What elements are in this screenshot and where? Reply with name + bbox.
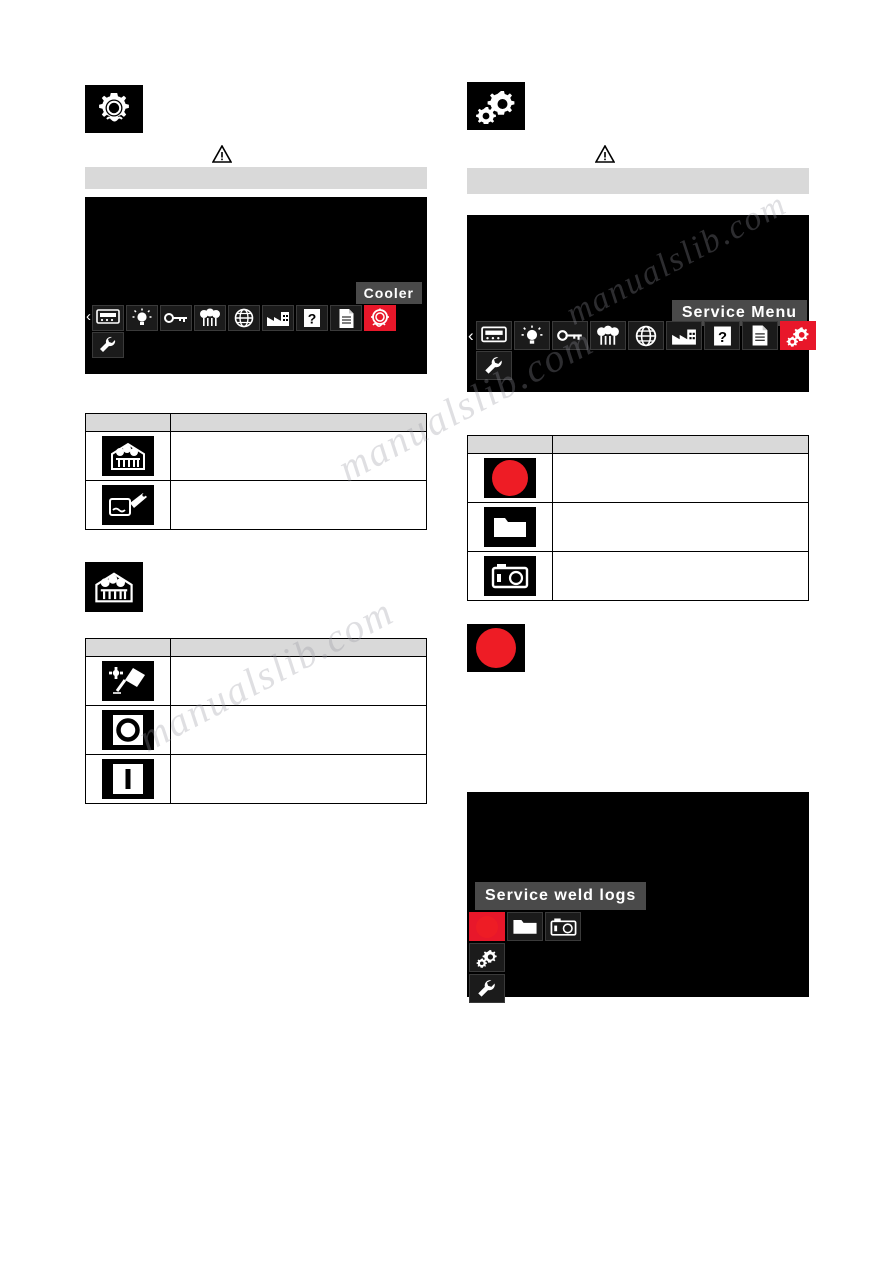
right-iconbar-row2 bbox=[476, 351, 512, 380]
section-bar bbox=[85, 167, 427, 189]
cell-icon bbox=[467, 453, 553, 503]
coolant-fill-icon bbox=[102, 485, 154, 525]
table-row bbox=[85, 431, 427, 481]
table-row bbox=[85, 754, 427, 804]
globe-icon[interactable] bbox=[228, 305, 260, 331]
warning-triangle-icon bbox=[211, 144, 233, 166]
cooler-settings-icon bbox=[102, 436, 154, 476]
display-icon[interactable] bbox=[92, 305, 124, 331]
wrench-icon[interactable] bbox=[92, 332, 124, 358]
globe-icon[interactable] bbox=[628, 321, 664, 350]
cell-description bbox=[552, 551, 809, 601]
folder-icon[interactable] bbox=[507, 912, 543, 941]
key-icon[interactable] bbox=[160, 305, 192, 331]
wrench-icon[interactable] bbox=[476, 351, 512, 380]
section-bar bbox=[467, 168, 809, 194]
warning-triangle-icon bbox=[594, 144, 616, 166]
cell-description bbox=[552, 453, 809, 503]
cell-description bbox=[170, 705, 427, 755]
table-row bbox=[467, 502, 809, 552]
weld-logs-iconbar-row1 bbox=[469, 912, 581, 941]
camera-icon[interactable] bbox=[545, 912, 581, 941]
question-icon[interactable]: ? bbox=[296, 305, 328, 331]
key-icon[interactable] bbox=[552, 321, 588, 350]
cooler-icon[interactable] bbox=[364, 305, 396, 331]
cooler-settings-icon bbox=[85, 562, 143, 612]
service-gears-icon bbox=[467, 82, 525, 130]
red-record-icon bbox=[467, 624, 525, 672]
cell-description bbox=[170, 480, 427, 530]
light-bulb-icon[interactable] bbox=[514, 321, 550, 350]
cell-description bbox=[170, 656, 427, 706]
service-gears-icon[interactable] bbox=[469, 943, 505, 972]
wrench-icon[interactable] bbox=[469, 974, 505, 1003]
left-iconbar-row1: ? bbox=[92, 305, 396, 331]
red-circle-shape bbox=[476, 628, 516, 668]
table-row bbox=[85, 480, 427, 530]
gear-cooler-icon bbox=[85, 85, 143, 133]
right-display-panel: Service Menu ‹ ? bbox=[467, 215, 816, 392]
right-table-1 bbox=[467, 435, 809, 601]
cell-icon bbox=[467, 502, 553, 552]
service-gears-icon[interactable] bbox=[780, 321, 816, 350]
document-icon[interactable] bbox=[330, 305, 362, 331]
tooltip-service-weld-logs: Service weld logs bbox=[475, 882, 647, 910]
camera-icon bbox=[484, 556, 536, 596]
right-iconbar-row1: ? bbox=[476, 321, 816, 350]
cell-icon bbox=[85, 656, 171, 706]
table-header-icon bbox=[85, 413, 171, 432]
scroll-left-chevron-icon[interactable]: ‹ bbox=[86, 309, 91, 324]
red-record-icon[interactable] bbox=[469, 912, 505, 941]
cell-icon bbox=[85, 705, 171, 755]
left-table-1 bbox=[85, 413, 427, 530]
torch-auto-icon bbox=[102, 661, 154, 701]
on-icon bbox=[102, 759, 154, 799]
table-row bbox=[85, 656, 427, 706]
cell-icon bbox=[85, 431, 171, 481]
right-section-icon-box bbox=[467, 624, 525, 672]
red-circle-shape bbox=[476, 915, 498, 938]
table-header-desc bbox=[170, 638, 427, 657]
cell-icon bbox=[85, 754, 171, 804]
svg-text:?: ? bbox=[717, 329, 726, 345]
left-iconbar-row2 bbox=[92, 332, 124, 358]
fan-icon[interactable] bbox=[194, 305, 226, 331]
red-circle-shape bbox=[492, 460, 528, 496]
weld-logs-iconbar-row3 bbox=[469, 974, 505, 1003]
left-table-2 bbox=[85, 638, 427, 804]
question-icon[interactable]: ? bbox=[704, 321, 740, 350]
left-section-icon-box bbox=[85, 562, 143, 612]
left-display-panel: Cooler ‹ ? bbox=[85, 197, 427, 374]
table-header-desc bbox=[552, 435, 809, 454]
service-weld-logs-panel: Service weld logs bbox=[467, 792, 809, 1003]
off-icon bbox=[102, 710, 154, 750]
tooltip-cooler: Cooler bbox=[355, 282, 422, 304]
cell-description bbox=[170, 754, 427, 804]
factory-icon[interactable] bbox=[262, 305, 294, 331]
cell-icon bbox=[467, 551, 553, 601]
cell-description bbox=[552, 502, 809, 552]
weld-logs-iconbar-row2 bbox=[469, 943, 505, 972]
cell-description bbox=[170, 431, 427, 481]
table-header-icon bbox=[85, 638, 171, 657]
document-icon[interactable] bbox=[742, 321, 778, 350]
display-icon[interactable] bbox=[476, 321, 512, 350]
light-bulb-icon[interactable] bbox=[126, 305, 158, 331]
cell-icon bbox=[85, 480, 171, 530]
table-header-icon bbox=[467, 435, 553, 454]
scroll-left-chevron-icon[interactable]: ‹ bbox=[468, 327, 474, 344]
table-header-desc bbox=[170, 413, 427, 432]
document-page: Cooler ‹ ? Service Menu ‹ ? Service weld… bbox=[0, 0, 893, 1263]
factory-icon[interactable] bbox=[666, 321, 702, 350]
table-row bbox=[467, 551, 809, 601]
folder-icon bbox=[484, 507, 536, 547]
table-row bbox=[85, 705, 427, 755]
svg-text:?: ? bbox=[308, 311, 317, 327]
table-row bbox=[467, 453, 809, 503]
red-record-icon bbox=[484, 458, 536, 498]
fan-icon[interactable] bbox=[590, 321, 626, 350]
